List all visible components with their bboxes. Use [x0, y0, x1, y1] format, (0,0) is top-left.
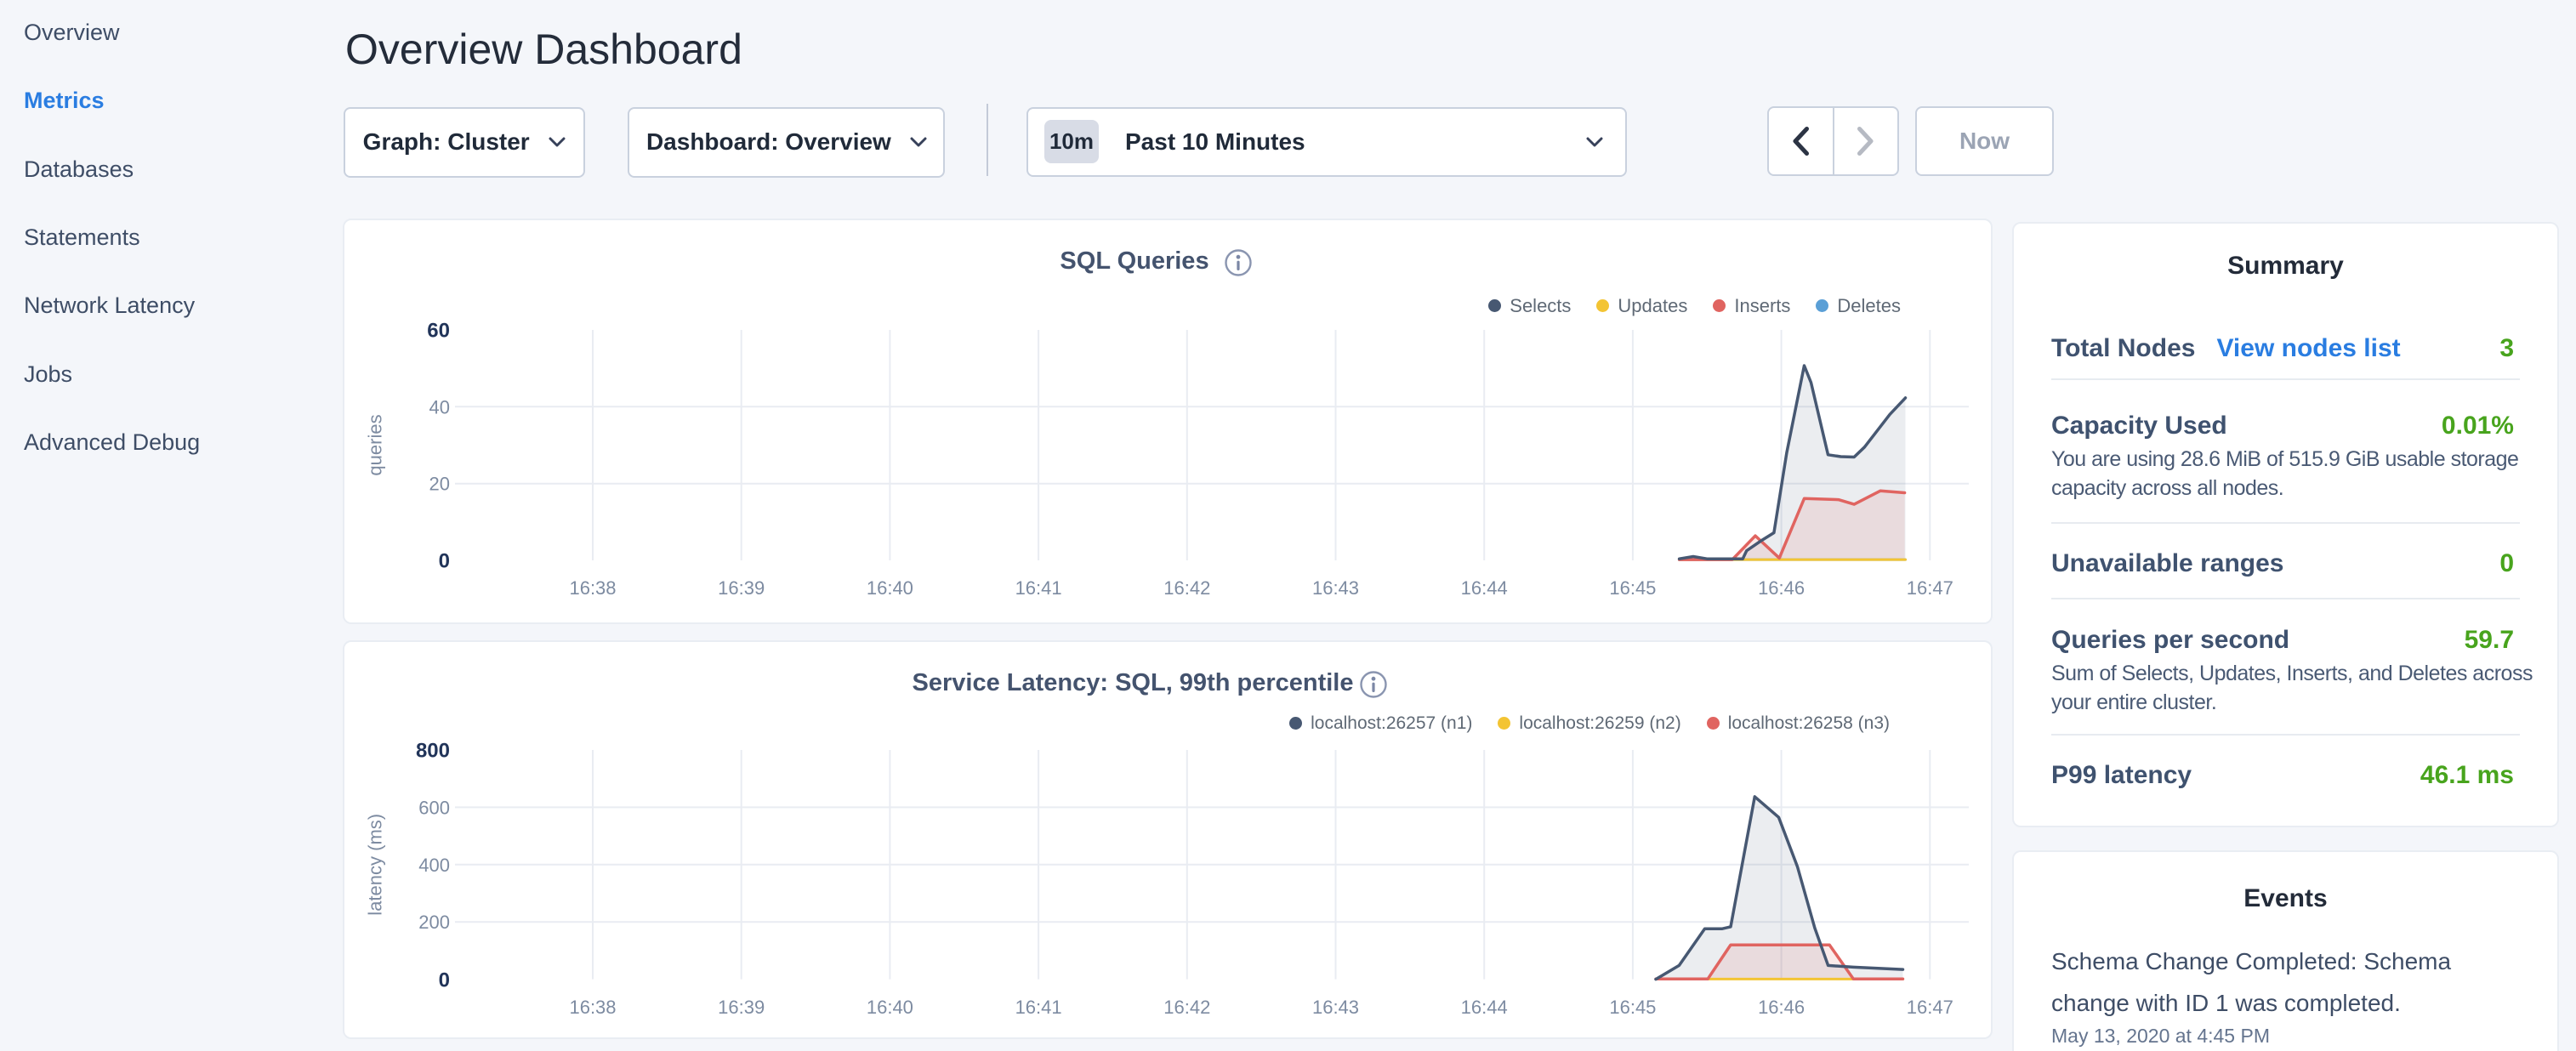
svg-text:16:44: 16:44 [1461, 577, 1508, 599]
svg-text:16:46: 16:46 [1758, 997, 1805, 1018]
svg-text:16:39: 16:39 [718, 577, 765, 599]
svg-text:600: 600 [418, 797, 450, 818]
svg-text:0: 0 [439, 550, 450, 573]
svg-text:800: 800 [416, 740, 450, 763]
svg-text:16:41: 16:41 [1015, 997, 1062, 1018]
svg-text:16:46: 16:46 [1758, 577, 1805, 599]
svg-text:16:39: 16:39 [718, 997, 765, 1018]
svg-text:16:44: 16:44 [1461, 997, 1508, 1018]
svg-text:200: 200 [418, 912, 450, 933]
svg-text:400: 400 [418, 855, 450, 876]
svg-text:16:47: 16:47 [1907, 997, 1953, 1018]
svg-text:16:40: 16:40 [867, 997, 913, 1018]
svg-text:queries: queries [365, 414, 386, 475]
svg-text:16:38: 16:38 [569, 577, 616, 599]
svg-text:40: 40 [429, 396, 450, 418]
svg-text:16:45: 16:45 [1609, 577, 1656, 599]
svg-text:16:41: 16:41 [1015, 577, 1062, 599]
svg-text:16:47: 16:47 [1907, 577, 1953, 599]
svg-text:16:40: 16:40 [867, 577, 913, 599]
svg-text:16:45: 16:45 [1609, 997, 1656, 1018]
svg-text:20: 20 [429, 474, 450, 495]
svg-text:latency (ms): latency (ms) [365, 814, 386, 916]
svg-text:16:42: 16:42 [1163, 997, 1210, 1018]
svg-text:16:42: 16:42 [1163, 577, 1210, 599]
svg-text:16:43: 16:43 [1312, 997, 1359, 1018]
svg-text:16:38: 16:38 [569, 997, 616, 1018]
svg-text:16:43: 16:43 [1312, 577, 1359, 599]
svg-text:60: 60 [427, 320, 450, 343]
svg-text:0: 0 [439, 969, 450, 991]
